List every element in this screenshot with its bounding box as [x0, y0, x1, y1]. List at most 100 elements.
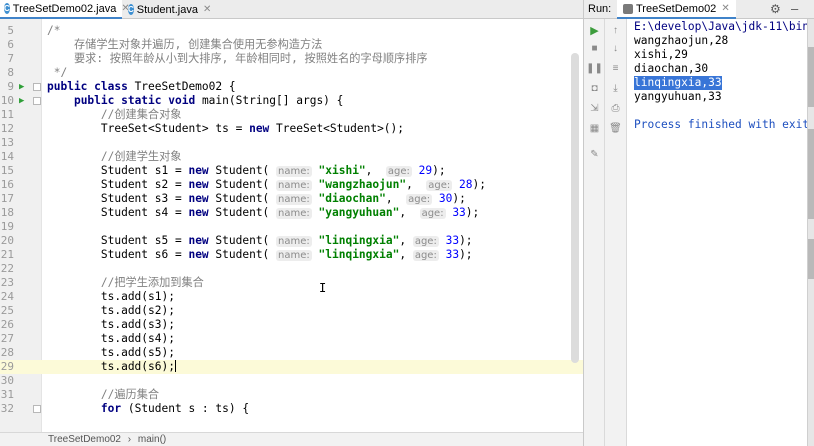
line-number: 22	[0, 262, 14, 275]
code-line[interactable]: 9 ▶ public class TreeSetDemo02 {	[0, 80, 583, 94]
code-token: Student s5 =	[47, 234, 189, 247]
layout-icon[interactable]: ▦	[584, 121, 605, 137]
print-icon[interactable]: ⎙	[605, 101, 626, 117]
editor-scrollbar[interactable]	[571, 53, 579, 363]
code-line[interactable]: 14 //创建学生对象	[0, 150, 583, 164]
tab-treesetdemo02[interactable]: C TreeSetDemo02.java ✕	[0, 0, 130, 19]
code-line[interactable]: 32 for (Student s : ts) {	[0, 402, 583, 416]
parameter-hint: name:	[276, 208, 312, 219]
minimize-icon[interactable]: –	[791, 1, 798, 16]
parameter-hint: age:	[419, 208, 446, 219]
code-line[interactable]: 23 //把学生添加到集合	[0, 276, 583, 290]
parameter-hint: name:	[276, 166, 312, 177]
code-token: new	[188, 192, 216, 205]
code-line[interactable]: 13	[0, 136, 583, 150]
editor-tab-bar: C TreeSetDemo02.java ✕ C Student.java ✕	[0, 0, 583, 19]
breadcrumb-method[interactable]: main()	[138, 434, 166, 445]
code-token: ,	[399, 248, 413, 261]
code-line[interactable]: 18 Student s4 = new Student( name: "yang…	[0, 206, 583, 220]
fold-icon[interactable]	[33, 83, 41, 91]
run-console[interactable]: E:\develop\Java\jdk-11\bin wangzhaojun,28…	[627, 19, 807, 446]
code-line[interactable]: 15 Student s1 = new Student( name: "xish…	[0, 164, 583, 178]
line-number: 7	[7, 52, 14, 65]
code-line[interactable]: 24 ts.add(s1);	[0, 290, 583, 304]
rerun-icon[interactable]: ▶	[584, 23, 605, 39]
code-line[interactable]: 17 Student s3 = new Student( name: "diao…	[0, 192, 583, 206]
code-editor[interactable]: 5/* 6 存储学生对象并遍历, 创建集合使用无参构造方法 7 要求: 按照年龄从小…	[0, 19, 583, 432]
code-text: public class TreeSetDemo02 {	[47, 80, 236, 94]
mouse-cursor: I	[319, 281, 327, 295]
tool-window-button[interactable]	[808, 129, 814, 219]
code-line[interactable]: 27 ts.add(s4);	[0, 332, 583, 346]
code-token: "linqingxia"	[318, 248, 400, 261]
gear-icon[interactable]: ⚙	[770, 2, 781, 16]
code-token: TreeSet<Student> ts =	[47, 122, 250, 135]
code-line[interactable]: 19	[0, 220, 583, 234]
close-icon[interactable]: ✕	[721, 3, 729, 14]
tool-window-button[interactable]	[808, 239, 814, 279]
code-line[interactable]: 30	[0, 374, 583, 388]
code-line[interactable]: 28 ts.add(s5);	[0, 346, 583, 360]
breadcrumb-class[interactable]: TreeSetDemo02	[48, 434, 121, 445]
code-text: ts.add(s4);	[47, 332, 175, 346]
code-text: public static void main(String[] args) {	[47, 94, 343, 108]
scroll-down-icon[interactable]: ↓	[605, 41, 626, 57]
code-line[interactable]: 20 Student s5 = new Student( name: "linq…	[0, 234, 583, 248]
code-token: );	[452, 192, 466, 205]
line-number: 29	[0, 360, 14, 373]
line-number: 17	[0, 192, 14, 205]
code-line[interactable]: 25 ts.add(s2);	[0, 304, 583, 318]
code-text: TreeSet<Student> ts = new TreeSet<Studen…	[47, 122, 404, 136]
code-line[interactable]: 12 TreeSet<Student> ts = new TreeSet<Stu…	[0, 122, 583, 136]
run-gutter-icon[interactable]: ▶	[19, 80, 24, 94]
stop-icon[interactable]: ■	[584, 41, 605, 57]
line-number: 20	[0, 234, 14, 247]
code-text: //创建集合对象	[47, 108, 182, 122]
run-gutter-icon[interactable]: ▶	[19, 94, 24, 108]
tab-student[interactable]: C Student.java ✕	[124, 0, 211, 19]
pin-icon[interactable]: ✎	[584, 147, 605, 163]
line-number: 27	[0, 332, 14, 345]
code-token: "xishi"	[318, 164, 366, 177]
close-icon[interactable]: ✕	[203, 4, 211, 15]
code-line[interactable]: 16 Student s2 = new Student( name: "wang…	[0, 178, 583, 192]
code-line[interactable]: 31 //遍历集合	[0, 388, 583, 402]
code-token: 存储学生对象并遍历, 创建集合使用无参构造方法	[47, 38, 323, 51]
code-token: Student s4 =	[47, 206, 189, 219]
run-tab[interactable]: TreeSetDemo02 ✕	[617, 0, 736, 19]
code-line[interactable]: 21 Student s6 = new Student( name: "linq…	[0, 248, 583, 262]
console-line: xishi,29	[634, 48, 688, 61]
tool-window-button[interactable]	[808, 47, 814, 107]
code-line[interactable]: 29 ts.add(s6);	[0, 360, 583, 374]
code-line[interactable]: 26 ts.add(s3);	[0, 318, 583, 332]
code-line[interactable]: 11 //创建集合对象	[0, 108, 583, 122]
code-token: Student(	[215, 248, 277, 261]
scroll-up-icon[interactable]: ↑	[605, 23, 626, 39]
line-number: 9	[7, 80, 14, 93]
code-line[interactable]: 22	[0, 262, 583, 276]
scroll-to-end-icon[interactable]: ⤓	[605, 81, 626, 97]
text-caret	[174, 360, 176, 372]
code-line[interactable]: 5 /*	[0, 24, 583, 38]
fold-icon[interactable]	[33, 97, 41, 105]
camera-icon[interactable]: ◘	[584, 81, 605, 97]
line-number: 30	[0, 374, 14, 387]
code-line[interactable]: 8 */	[0, 66, 583, 80]
restore-layout-icon[interactable]: ⇲	[584, 101, 605, 117]
trash-icon[interactable]: 🗑	[605, 121, 626, 137]
line-number: 10	[0, 94, 14, 107]
code-token: Student s2 =	[47, 178, 189, 191]
fold-icon[interactable]	[33, 405, 41, 413]
code-line[interactable]: 7 要求: 按照年龄从小到大排序, 年龄相同时, 按照姓名的字母顺序排序	[0, 52, 583, 66]
code-area[interactable]: 5/* 6 存储学生对象并遍历, 创建集合使用无参构造方法 7 要求: 按照年龄从小…	[0, 19, 583, 432]
code-line[interactable]: 10 ▶ public static void main(String[] arg…	[0, 94, 583, 108]
line-number: 24	[0, 290, 14, 303]
parameter-hint: age:	[426, 180, 453, 191]
pause-icon[interactable]: ❚❚	[584, 61, 605, 77]
soft-wrap-icon[interactable]: ≡	[605, 61, 626, 77]
code-text: ts.add(s1);	[47, 290, 175, 304]
code-line[interactable]: 6 存储学生对象并遍历, 创建集合使用无参构造方法	[0, 38, 583, 52]
code-token: public static void	[73, 94, 202, 107]
